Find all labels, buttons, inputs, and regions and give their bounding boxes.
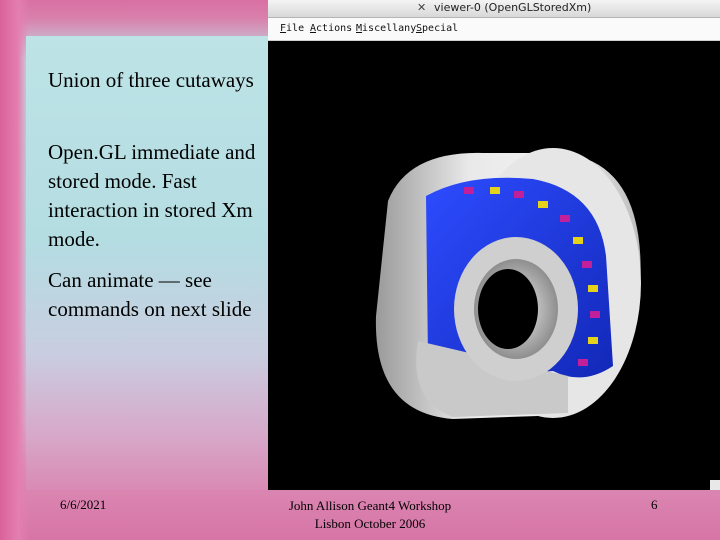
- resize-corner[interactable]: [710, 480, 720, 490]
- paragraph-opengl-modes: Open.GL immediate and stored mode. Fast …: [48, 140, 256, 251]
- menu-actions[interactable]: Actions: [310, 23, 352, 34]
- menu-file[interactable]: File: [280, 23, 304, 34]
- footer-date: 6/6/2021: [60, 497, 107, 512]
- opengl-canvas[interactable]: [268, 41, 720, 490]
- paragraph-animate: Can animate — see commands on next slide: [48, 268, 252, 321]
- x11-icon: ✕: [417, 1, 427, 14]
- window-title: viewer-0 (OpenGLStoredXm): [434, 1, 592, 14]
- window-titlebar[interactable]: ✕ viewer-0 (OpenGLStoredXm): [268, 0, 720, 18]
- menu-miscellany[interactable]: Miscellany: [356, 23, 416, 34]
- footer-center: John Allison Geant4 Workshop Lisbon Octo…: [270, 497, 470, 533]
- footer-venue-line: Lisbon October 2006: [314, 516, 426, 531]
- viewer-window: ✕ viewer-0 (OpenGLStoredXm) File Actions…: [268, 0, 720, 490]
- menu-bar: File Actions Miscellany Special: [268, 18, 720, 41]
- menu-special[interactable]: Special: [416, 23, 458, 34]
- paragraph-cutaways: Union of three cutaways: [48, 68, 254, 92]
- text-panel: [26, 36, 268, 490]
- detector-render: [375, 148, 641, 419]
- bore-shadow: [478, 269, 538, 349]
- footer-page-number: 6: [651, 497, 658, 512]
- footer-author-line: John Allison Geant4 Workshop: [288, 498, 452, 513]
